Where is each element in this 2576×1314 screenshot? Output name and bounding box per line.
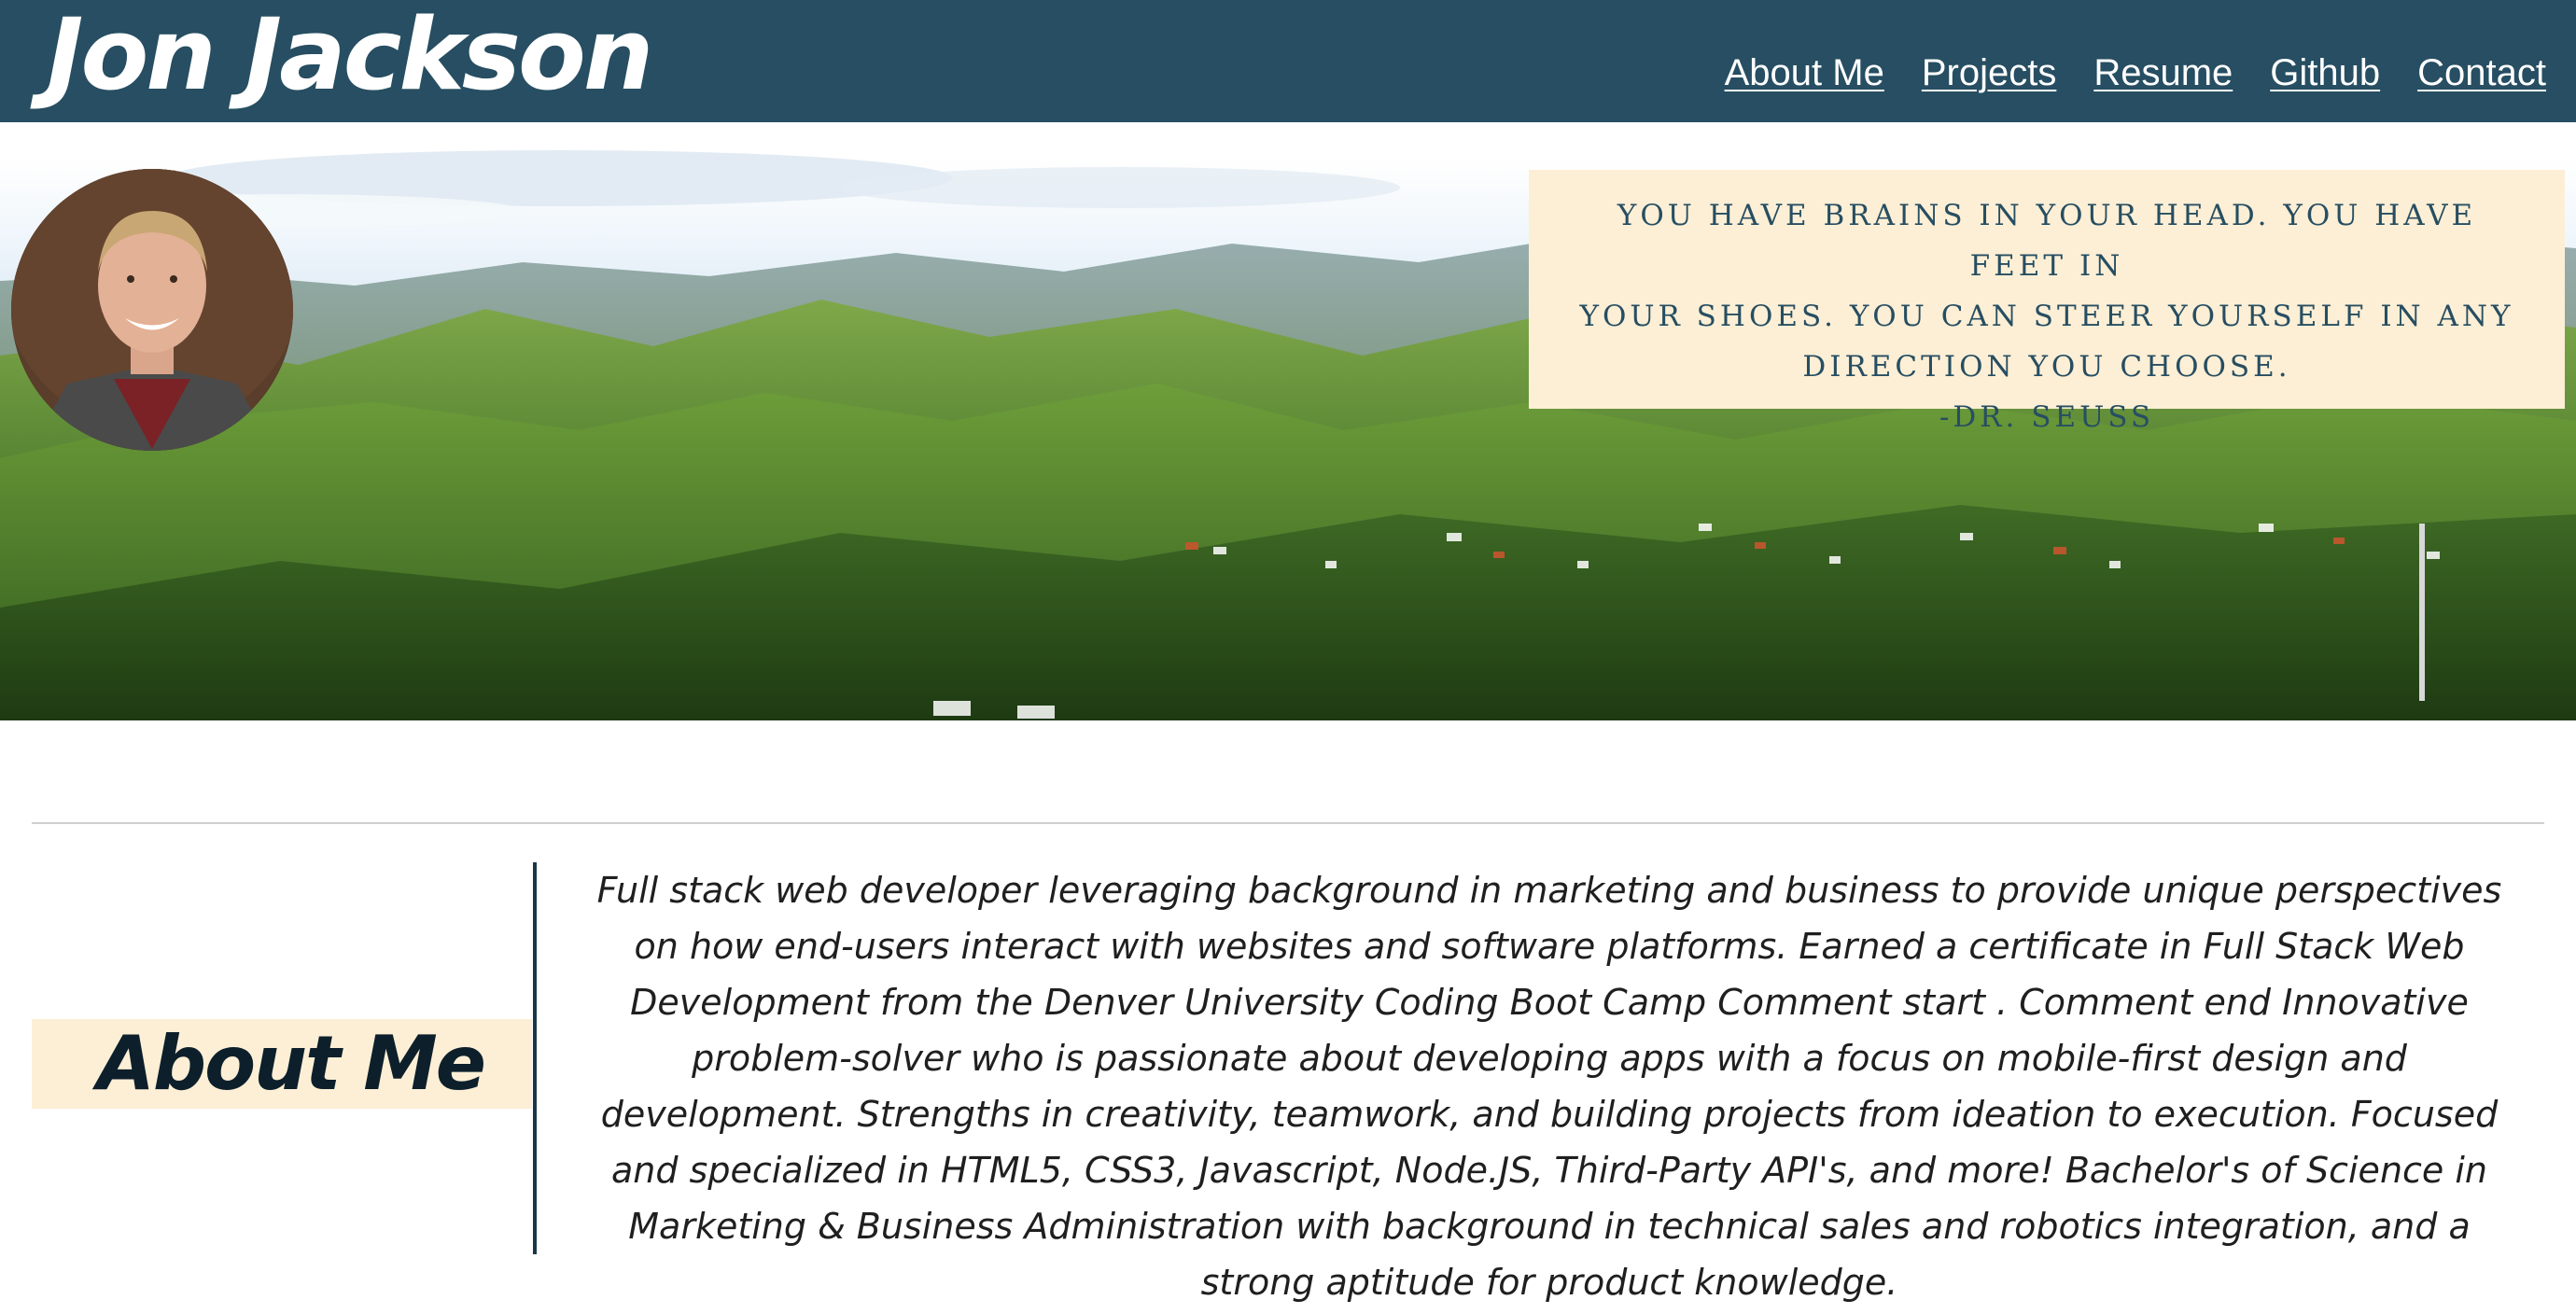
- quote-author: -Dr. Seuss: [1939, 400, 2155, 434]
- nav-link-resume[interactable]: Resume: [2093, 47, 2233, 99]
- avatar: [11, 169, 293, 451]
- about-vertical-rule: [533, 862, 537, 1254]
- site-header: Jon Jackson About Me Projects Resume Git…: [0, 0, 2576, 122]
- quote-line: You have brains in your head. You have f…: [1617, 199, 2477, 283]
- nav-link-about-me[interactable]: About Me: [1725, 47, 1884, 99]
- nav-link-projects[interactable]: Projects: [1922, 47, 2057, 99]
- about-body-text: Full stack web developer leveraging back…: [596, 870, 2502, 1303]
- quote-line: direction you choose.: [1802, 350, 2291, 384]
- quote-card: You have brains in your head. You have f…: [1529, 170, 2565, 434]
- section-divider: [32, 822, 2544, 824]
- quote-line: your shoes. You can steer yourself in an…: [1579, 300, 2514, 333]
- site-title: Jon Jackson: [47, 0, 653, 112]
- profile-photo: [11, 169, 293, 451]
- hero-banner: You have brains in your head. You have f…: [0, 122, 2576, 720]
- nav-link-contact[interactable]: Contact: [2417, 47, 2546, 99]
- about-heading: About Me: [97, 1020, 486, 1107]
- main-nav: About Me Projects Resume Github Contact: [1725, 47, 2546, 99]
- nav-link-github[interactable]: Github: [2270, 47, 2380, 99]
